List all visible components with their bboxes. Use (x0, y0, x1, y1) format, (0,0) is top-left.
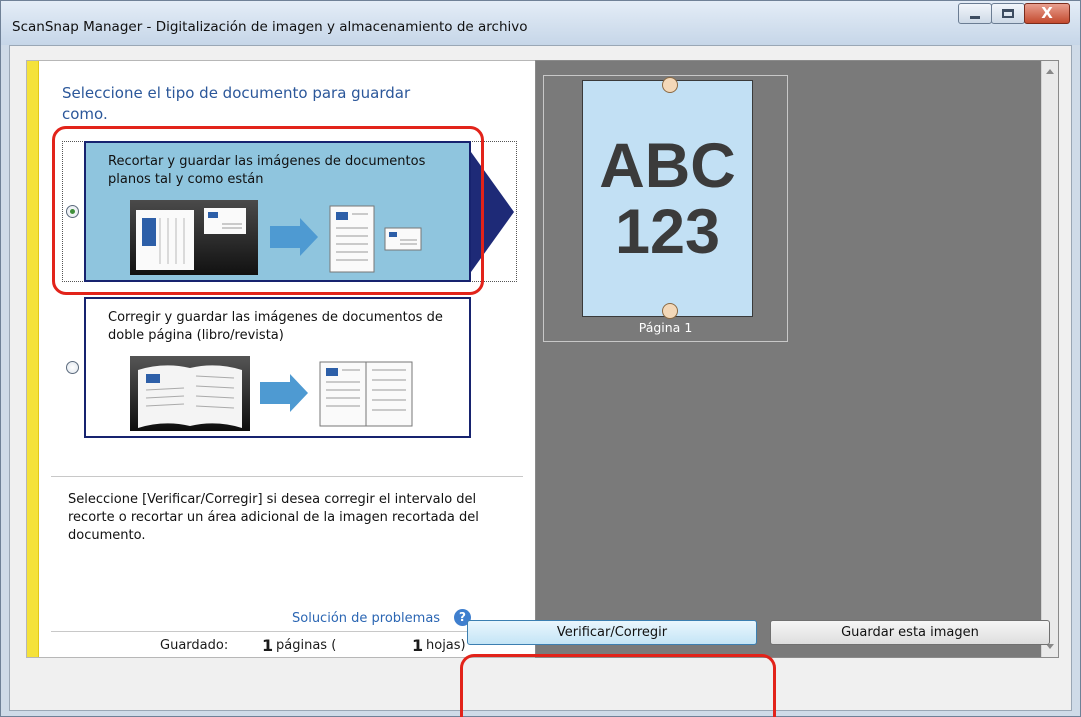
option-book-pages[interactable]: Corregir y guardar las imágenes de docum… (84, 297, 471, 438)
window-title: ScanSnap Manager - Digitalización de ima… (12, 19, 528, 35)
page-text-line2: 123 (614, 197, 721, 267)
radio-flat-documents[interactable] (66, 205, 79, 218)
option-book-pages-label: Corregir y guardar las imágenes de docum… (108, 310, 443, 343)
close-button[interactable]: X (1024, 3, 1070, 24)
saved-label: Guardado: (160, 638, 229, 653)
option-flat-documents-label: Recortar y guardar las imágenes de docum… (108, 154, 426, 187)
save-image-button[interactable]: Guardar esta imagen (770, 620, 1050, 645)
finger-bottom-icon (662, 303, 678, 319)
window-controls: X (958, 3, 1070, 24)
saved-status: Guardado: 1 páginas ( 1 hojas) (27, 636, 537, 656)
preview-pane: ABC 123 Página 1 (535, 60, 1059, 658)
preview-scrollbar[interactable] (1041, 61, 1058, 657)
verify-correct-button[interactable]: Verificar/Corregir (467, 620, 757, 645)
dialog-client-area: Seleccione el tipo de documento para gua… (9, 45, 1072, 711)
option-flat-documents[interactable]: Recortar y guardar las imágenes de docum… (84, 141, 471, 282)
pane-divider (51, 476, 523, 477)
sheets-label: hojas) (426, 638, 466, 653)
help-text: Seleccione [Verificar/Corregir] si desea… (68, 492, 479, 543)
pages-count: 1 (262, 636, 274, 655)
app-window: ScanSnap Manager - Digitalización de ima… (0, 0, 1081, 717)
scroll-up-icon[interactable] (1046, 69, 1054, 74)
pages-label: páginas ( (276, 638, 337, 653)
sheets-count: 1 (412, 636, 424, 655)
document-type-pane: Seleccione el tipo de documento para gua… (26, 60, 539, 658)
maximize-icon (1002, 9, 1014, 18)
maximize-button[interactable] (991, 3, 1025, 24)
page-caption: Página 1 (638, 320, 693, 335)
yellow-accent-bar (27, 61, 39, 657)
page-thumbnail[interactable]: ABC 123 Página 1 (543, 75, 788, 342)
selected-option-arrow (471, 152, 514, 272)
saved-divider (51, 631, 523, 632)
page-text-line1: ABC (599, 131, 736, 201)
flat-documents-crop-illustration (130, 200, 422, 275)
radio-book-pages[interactable] (66, 361, 79, 374)
minimize-icon (970, 16, 980, 19)
troubleshooting-link[interactable]: Solución de problemas (292, 611, 440, 626)
title-bar[interactable]: ScanSnap Manager - Digitalización de ima… (1, 1, 1080, 45)
minimize-button[interactable] (958, 3, 992, 24)
pane-heading: Seleccione el tipo de documento para gua… (62, 84, 411, 123)
scanned-page-image: ABC 123 (582, 77, 753, 319)
book-pages-correct-illustration (130, 356, 413, 431)
finger-top-icon (662, 77, 678, 93)
close-icon: X (1041, 4, 1053, 22)
